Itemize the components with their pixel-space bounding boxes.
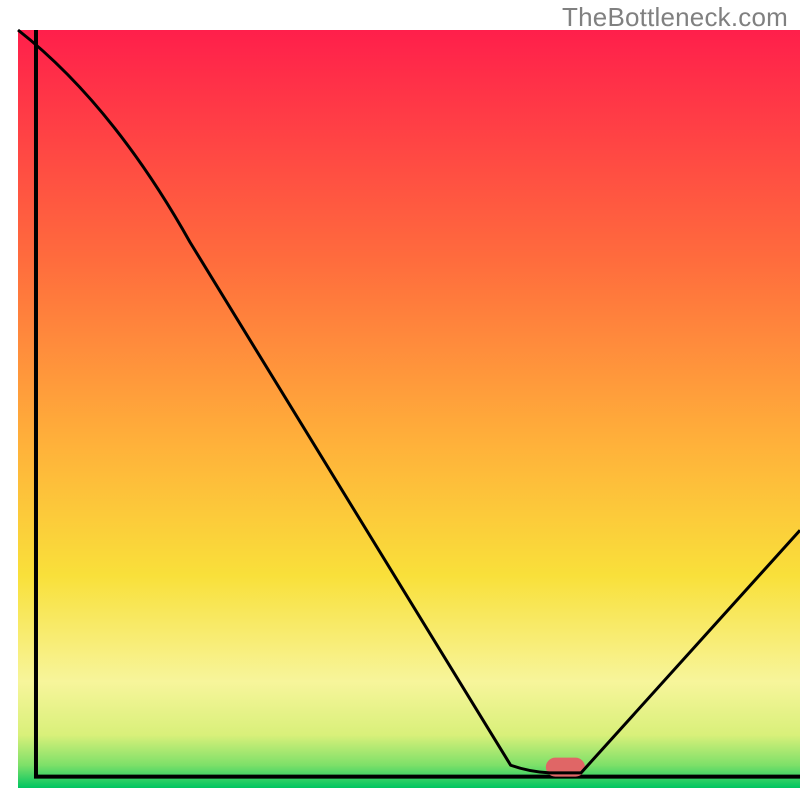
chart-stage: TheBottleneck.com [0, 0, 800, 800]
bottleneck-chart [0, 0, 800, 800]
gradient-background [18, 30, 800, 788]
